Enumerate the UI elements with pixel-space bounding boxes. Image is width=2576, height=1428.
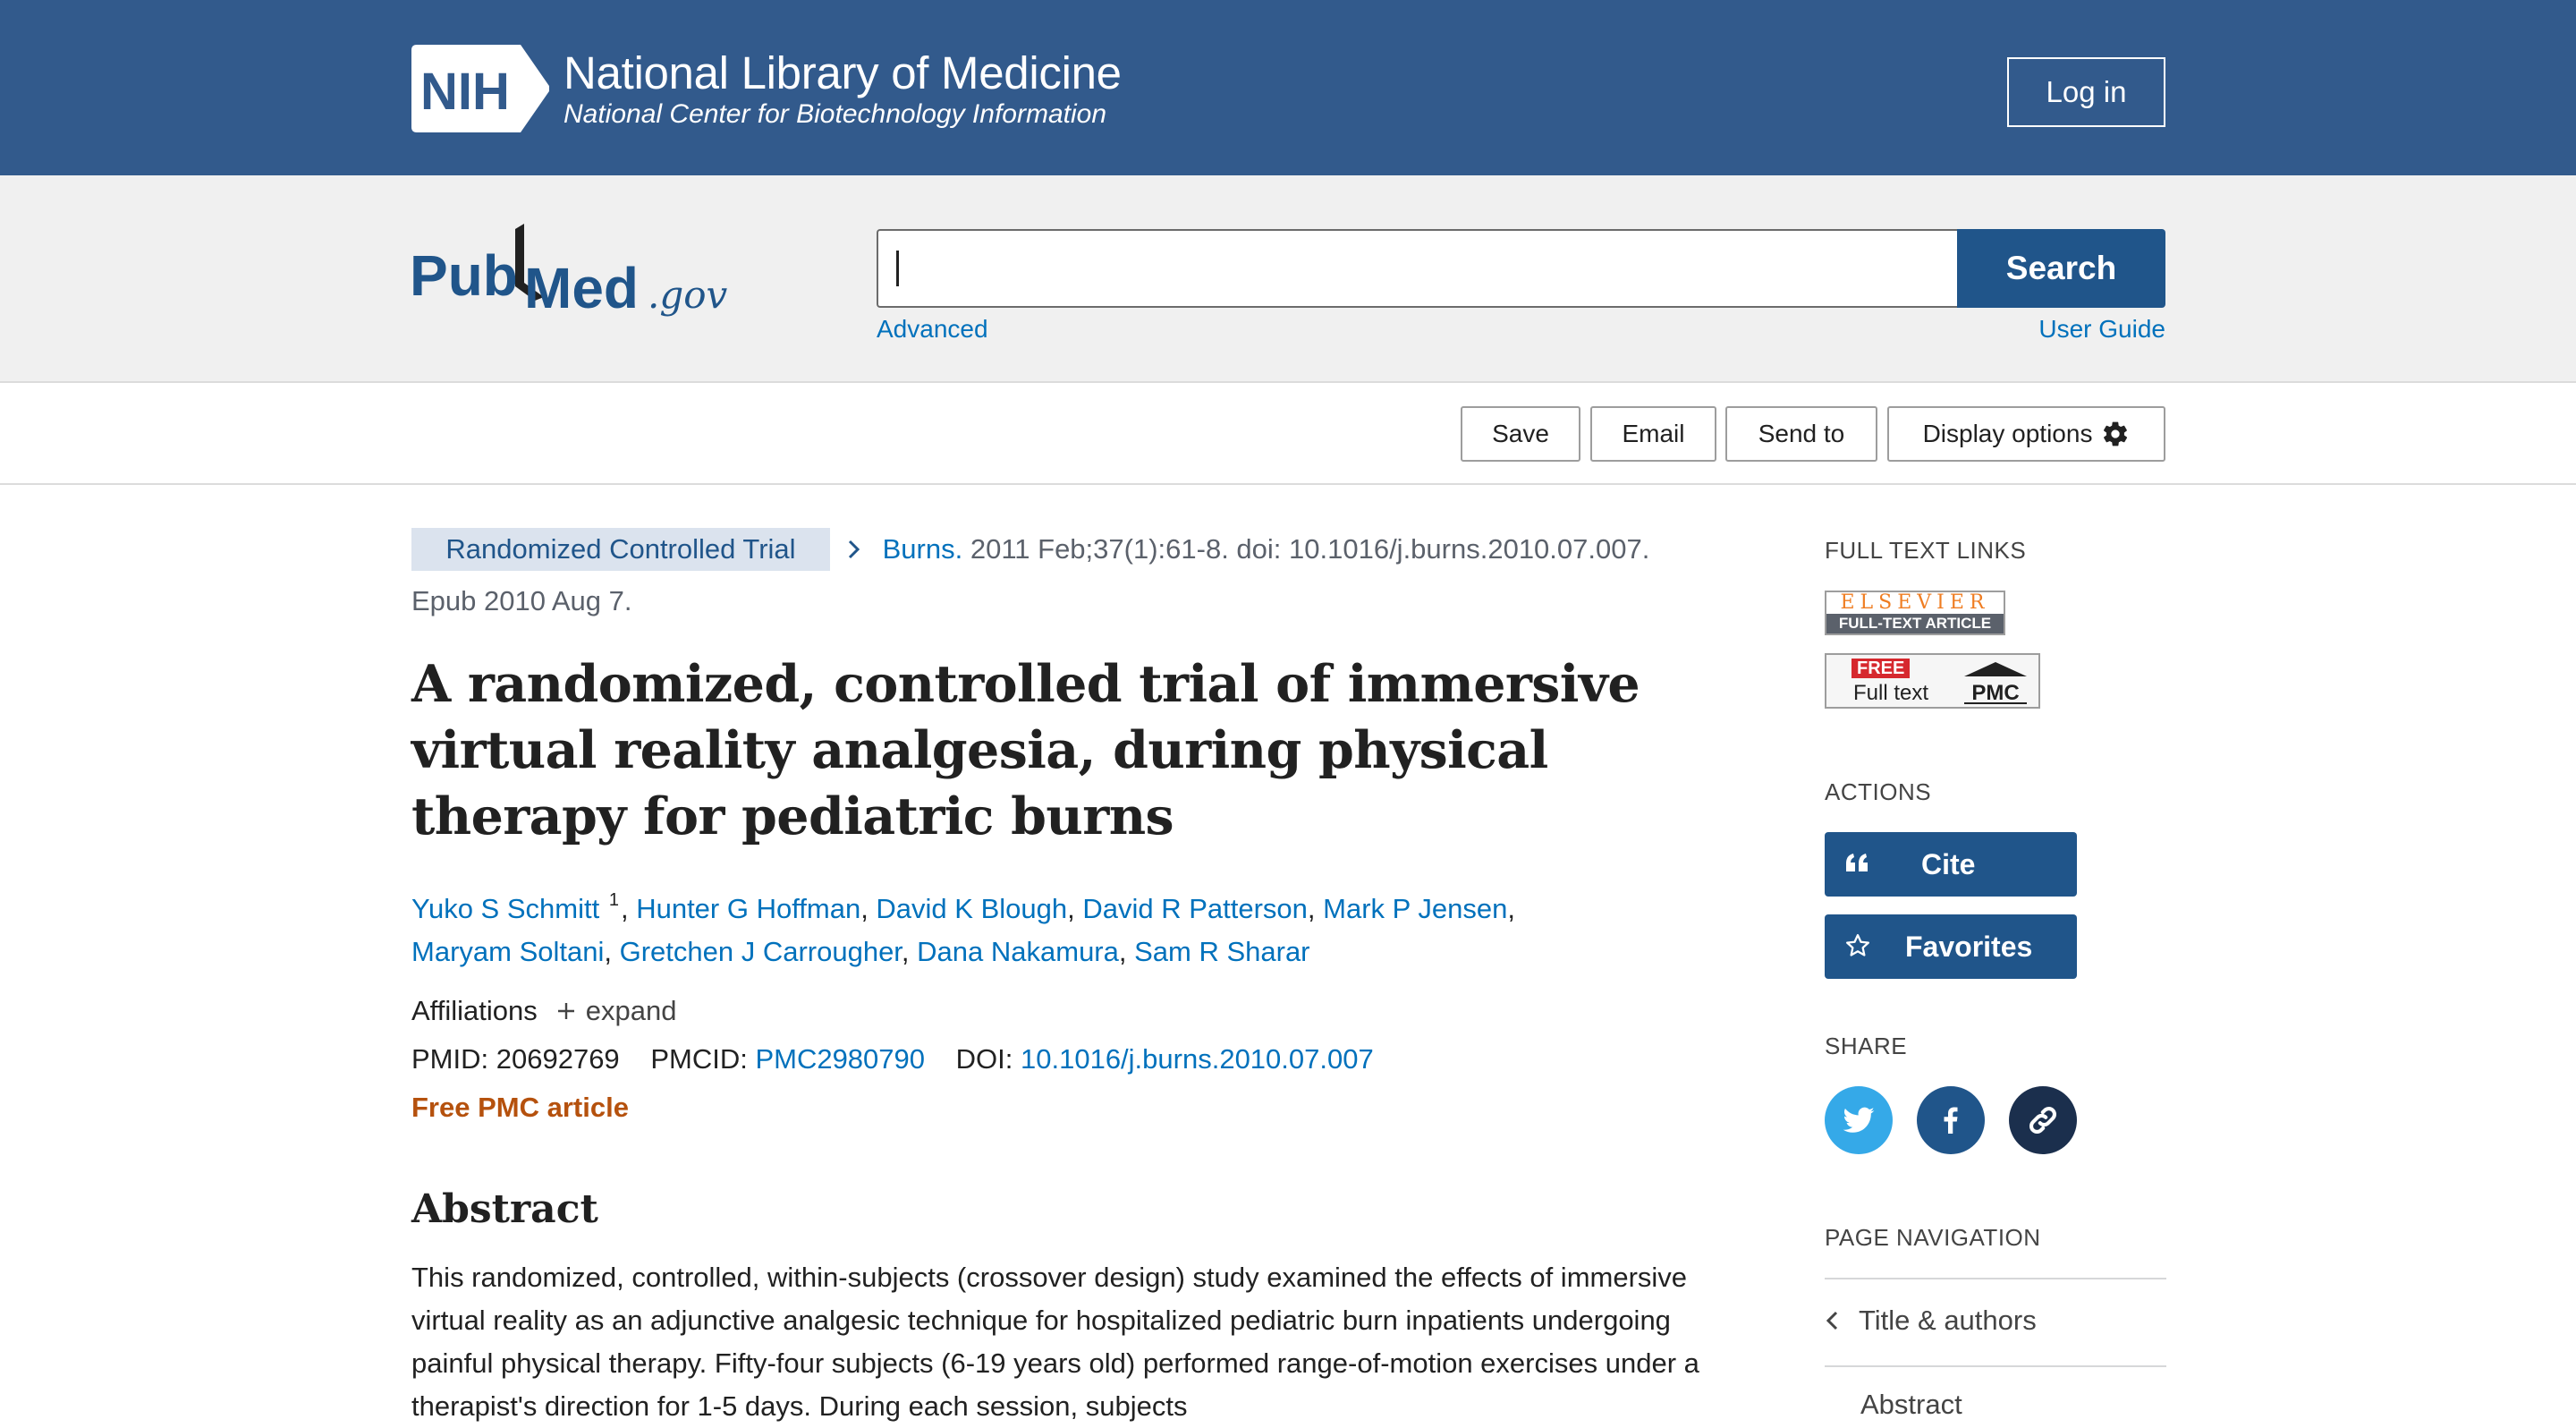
article-title: A randomized, controlled trial of immers… [411, 654, 1640, 846]
epub-date: Epub 2010 Aug 7. [411, 585, 632, 616]
display-options-button[interactable]: Display options [1887, 406, 2165, 462]
nih-logo[interactable]: NIH [411, 45, 549, 132]
share-twitter-button[interactable] [1825, 1086, 1893, 1154]
pmcid-link[interactable]: PMC2980790 [755, 1043, 925, 1075]
elsevier-logo-text: ELSEVIER [1826, 592, 2004, 614]
author-link[interactable]: Maryam Soltani [411, 936, 604, 967]
search-band: Pub Med .gov Search Advanced User Guide [0, 175, 2576, 383]
citation-line: Burns. 2011 Feb;37(1):61-8. doi: 10.1016… [846, 528, 1649, 571]
user-guide-link[interactable]: User Guide [2038, 315, 2165, 344]
pmc-building-icon: PMC [1964, 662, 2027, 705]
nav-item-label: Abstract [1860, 1389, 1962, 1420]
author-link[interactable]: Sam R Sharar [1134, 936, 1309, 967]
identifiers-row: PMID: 20692769 PMCID: PMC2980790 DOI: 10… [411, 1038, 1374, 1081]
nav-item-abstract[interactable]: Abstract [1860, 1389, 1962, 1421]
author-list: Yuko S Schmitt 1, Hunter G Hoffman, Davi… [411, 890, 1515, 967]
author-link[interactable]: Dana Nakamura [917, 936, 1119, 967]
article-toolbar: Save Email Send to Display options [0, 383, 2576, 485]
expand-affiliations-button[interactable]: expand [555, 990, 677, 1033]
pmc-full-text-label: Full text [1853, 681, 1929, 705]
affiliations-row: Affiliations expand [411, 990, 676, 1033]
publication-type-badge: Randomized Controlled Trial [411, 528, 830, 571]
pmc-free-label: FREE [1852, 659, 1911, 678]
link-icon [2029, 1107, 2056, 1134]
doi-link[interactable]: 10.1016/j.burns.2010.07.007 [1021, 1043, 1374, 1075]
nih-subtitle: National Center for Biotechnology Inform… [564, 99, 1107, 129]
nav-divider [1825, 1278, 2166, 1279]
pmc-free-full-text-link[interactable]: FREE Full text PMC [1825, 653, 2040, 709]
nih-banner: NIH National Library of Medicine Nationa… [0, 0, 2576, 175]
chevron-right-icon[interactable] [846, 533, 870, 565]
author-link[interactable]: David K Blough [876, 893, 1067, 924]
author-link[interactable]: David R Patterson [1082, 893, 1308, 924]
actions-label: ACTIONS [1825, 778, 1932, 805]
abstract-heading: Abstract [411, 1186, 598, 1232]
pmid-value: 20692769 [496, 1043, 620, 1075]
free-pmc-article-label: Free PMC article [411, 1092, 629, 1123]
journal-link[interactable]: Burns. [883, 533, 963, 565]
author-link[interactable]: Mark P Jensen [1323, 893, 1507, 924]
nih-title[interactable]: National Library of Medicine [564, 47, 1122, 100]
share-link-button[interactable] [2009, 1086, 2077, 1154]
share-facebook-button[interactable] [1917, 1086, 1985, 1154]
nav-item-label: Title & authors [1859, 1305, 2037, 1336]
author-link[interactable]: Yuko S Schmitt [411, 893, 599, 924]
citation-details: 2011 Feb;37(1):61-8. doi: 10.1016/j.burn… [970, 533, 1650, 565]
cite-button[interactable]: Cite [1825, 832, 2077, 897]
send-to-button[interactable]: Send to [1725, 406, 1877, 462]
doi-label: DOI: [955, 1043, 1013, 1075]
star-icon [1844, 932, 1871, 959]
email-button[interactable]: Email [1590, 406, 1716, 462]
expand-label: expand [585, 995, 677, 1026]
elsevier-full-text-link[interactable]: ELSEVIER FULL-TEXT ARTICLE [1825, 591, 2005, 635]
favorites-button[interactable]: Favorites [1825, 914, 2077, 979]
nav-divider [1825, 1365, 2166, 1367]
page-navigation-label: PAGE NAVIGATION [1825, 1224, 2041, 1251]
pubmed-logo-pub: Pub [410, 243, 518, 308]
facebook-icon [1944, 1107, 1958, 1134]
affiliations-label: Affiliations [411, 995, 538, 1026]
nav-item-title-authors[interactable]: Title & authors [1825, 1305, 2037, 1337]
author-link[interactable]: Gretchen J Carrougher [620, 936, 902, 967]
pmid-label: PMID: [411, 1043, 489, 1075]
elsevier-full-text-label: FULL-TEXT ARTICLE [1826, 614, 2004, 633]
affiliation-marker[interactable]: 1 [609, 890, 619, 910]
full-text-links-label: FULL TEXT LINKS [1825, 537, 2027, 564]
share-label: SHARE [1825, 1033, 1908, 1059]
twitter-icon [1843, 1107, 1875, 1133]
pmc-logo-text: PMC [1971, 681, 2019, 705]
pubmed-logo[interactable]: Pub Med .gov [410, 220, 741, 320]
save-button[interactable]: Save [1461, 406, 1580, 462]
chevron-left-icon [1826, 1311, 1838, 1330]
gear-icon [2104, 421, 2128, 446]
pubmed-logo-gov: .gov [648, 273, 728, 317]
text-cursor [896, 251, 899, 286]
search-button[interactable]: Search [1957, 229, 2165, 308]
quote-icon [1844, 850, 1871, 877]
plus-icon [557, 1003, 574, 1019]
pmcid-label: PMCID: [650, 1043, 748, 1075]
abstract-text: This randomized, controlled, within-subj… [411, 1262, 1699, 1422]
search-input[interactable] [877, 229, 1959, 308]
advanced-search-link[interactable]: Advanced [877, 315, 988, 344]
favorites-label: Favorites [1905, 931, 2033, 963]
login-button[interactable]: Log in [2007, 57, 2165, 127]
cite-label: Cite [1921, 848, 1976, 880]
author-link[interactable]: Hunter G Hoffman [636, 893, 860, 924]
nih-logo-text: NIH [420, 63, 510, 121]
pubmed-logo-med: Med [524, 256, 639, 319]
display-options-label: Display options [1922, 420, 2093, 447]
